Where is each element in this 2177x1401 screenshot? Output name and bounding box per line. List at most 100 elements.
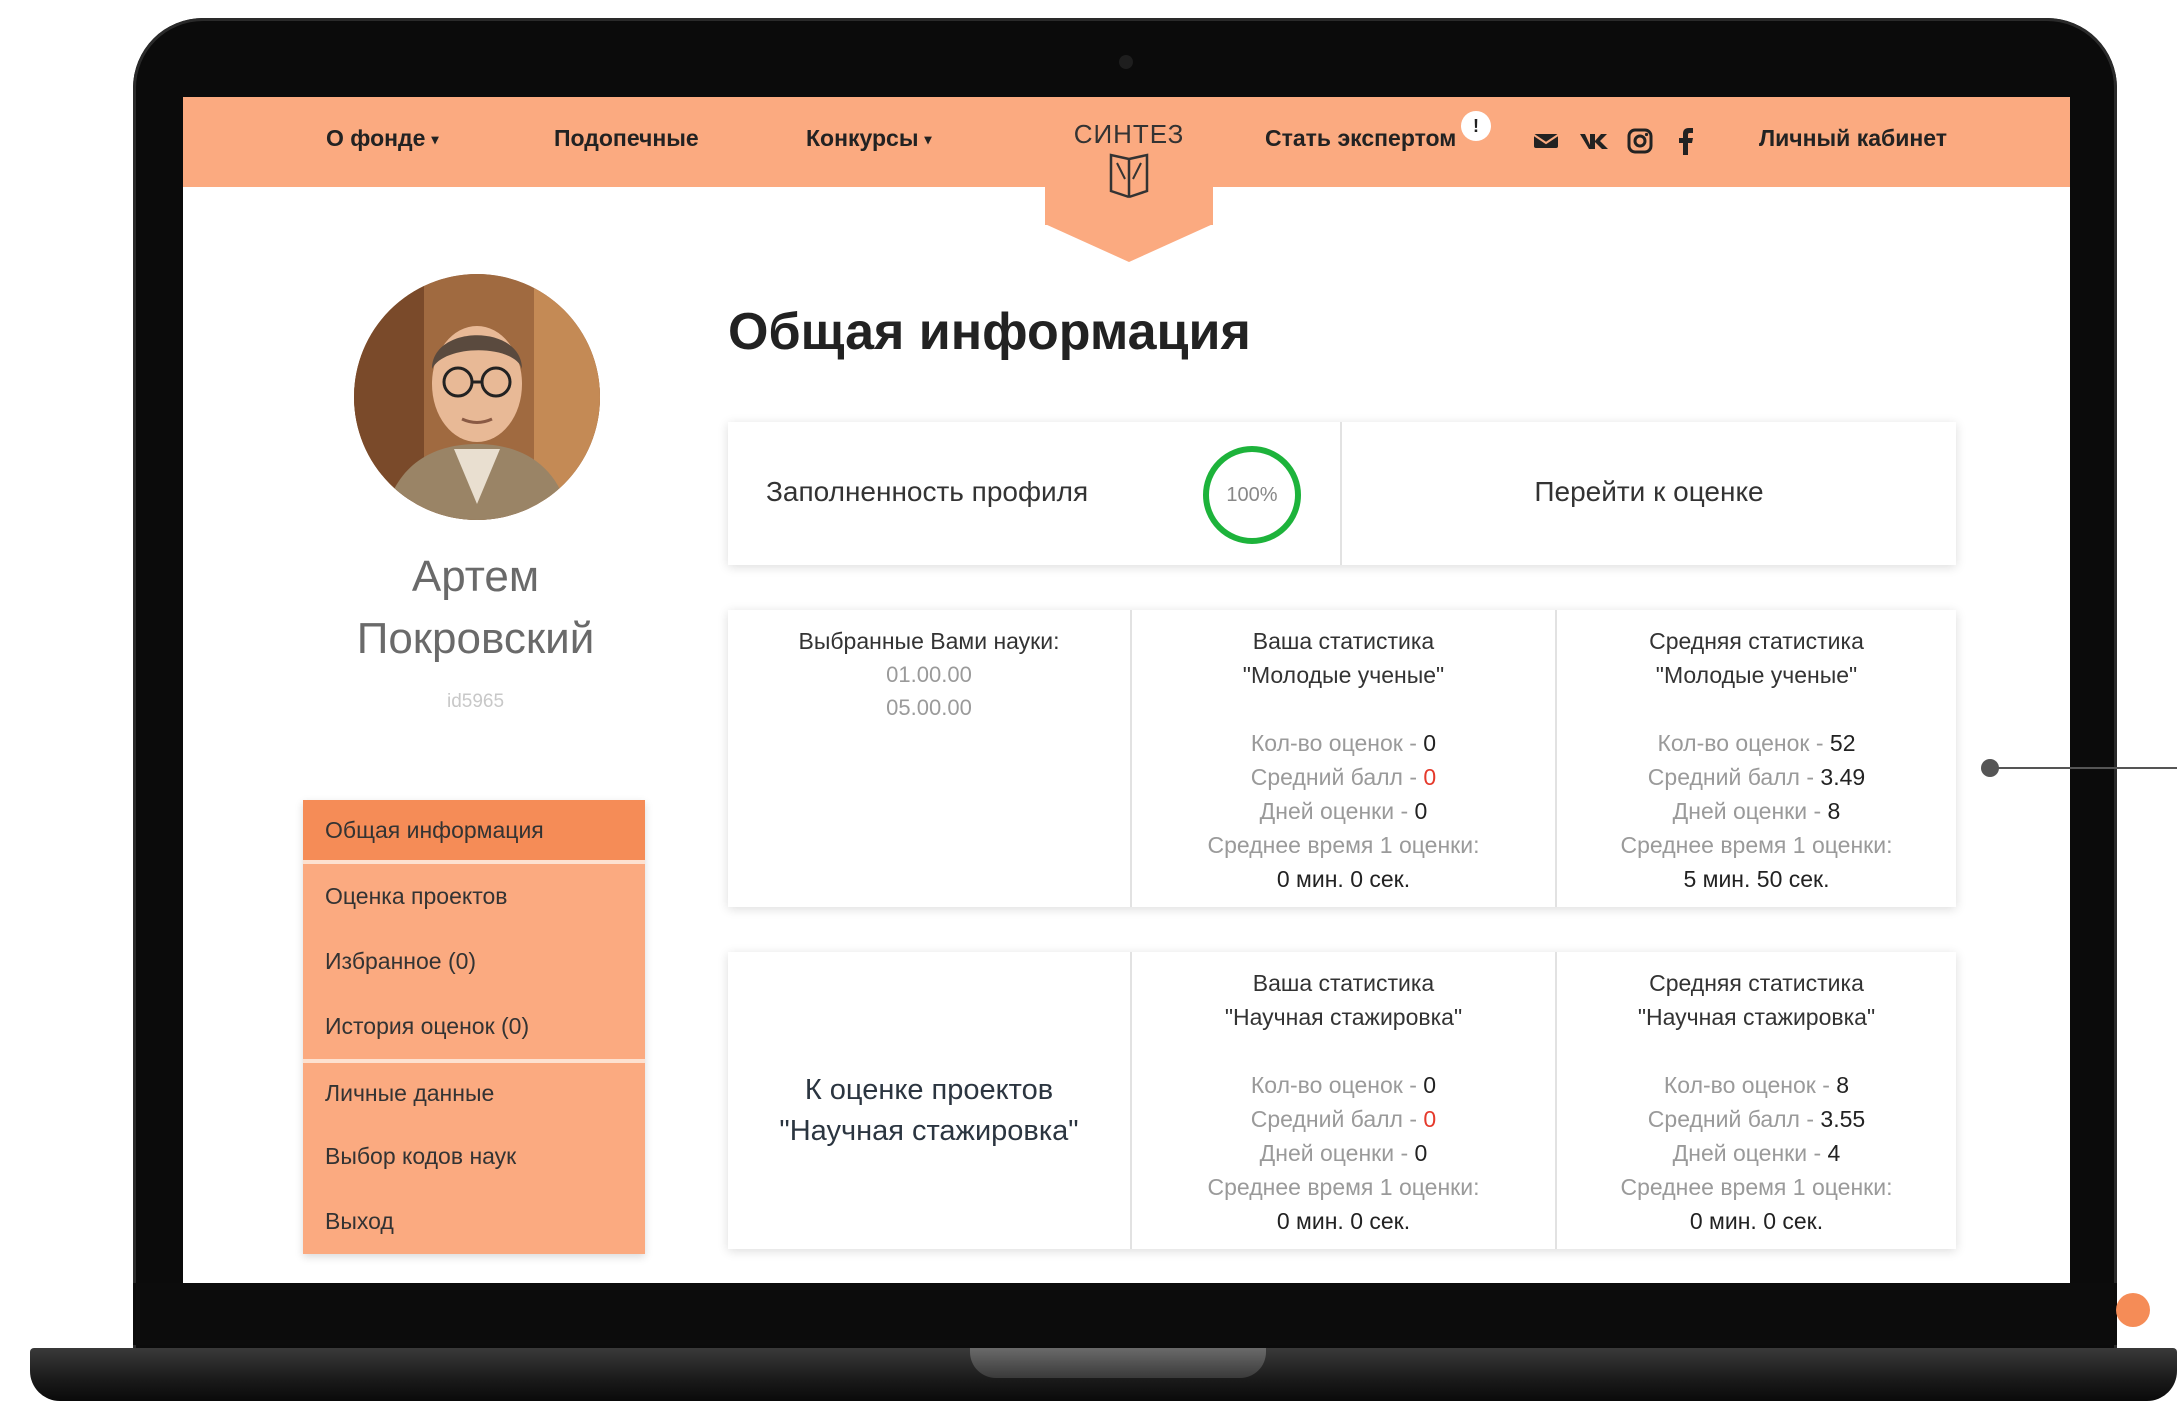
sidebar-item-evaluation-history[interactable]: История оценок (0) (303, 994, 645, 1059)
decor-orange-dot (2116, 1293, 2150, 1327)
stat-count: Кол-во оценок - 52 (1557, 726, 1956, 760)
profile-fill-value: 100% (1226, 483, 1278, 506)
stat-value: 52 (1829, 730, 1856, 756)
profile-fill-label: Заполненность профиля (766, 476, 1089, 507)
cta-line: К оценке проектов (804, 1074, 1054, 1106)
sidebar-item-personal-data[interactable]: Личные данные (303, 1059, 645, 1124)
stat-label: Кол-во оценок - (1657, 730, 1830, 756)
stat-days: Дней оценки - 0 (1132, 1136, 1555, 1170)
laptop-hinge (970, 1348, 1266, 1378)
selected-sciences-label: Выбранные Вами науки: (798, 628, 1060, 654)
science-code: 05.00.00 (886, 695, 972, 720)
stat-label: Средний балл - (1250, 1106, 1424, 1132)
nav-become-expert[interactable]: Стать экспертом (1265, 125, 1456, 152)
nav-contests-label: Конкурсы (806, 125, 919, 151)
nav-personal-cabinet[interactable]: Личный кабинет (1759, 125, 1947, 152)
stats-title: Ваша статистика (1252, 628, 1435, 654)
user-last-name: Покровский (356, 614, 595, 663)
sidebar-item-logout[interactable]: Выход (303, 1189, 645, 1254)
avg-stats-young-scientists: Средняя статистика "Молодые ученые" Кол-… (1557, 624, 1956, 896)
stage: О фонде ▾ Подопечные Конкурсы ▾ Стать эксп… (0, 0, 2177, 1401)
laptop-screen: О фонде ▾ Подопечные Конкурсы ▾ Стать эксп… (183, 97, 2070, 1283)
logo-text: СИНТЕЗ (1073, 119, 1185, 149)
stats-card-scientific-internship: К оценке проектов "Научная стажировка" В… (728, 952, 1956, 1249)
laptop-bezel-bottom (133, 1283, 2117, 1345)
go-to-evaluation-link[interactable]: Перейти к оценке (1342, 476, 1956, 508)
stat-average: Средний балл - 0 (1132, 1102, 1555, 1136)
person-photo-icon (354, 274, 600, 520)
stat-time-value: 5 мин. 50 сек. (1683, 866, 1830, 892)
stat-value: 0 (1414, 1140, 1428, 1166)
callout-line (1989, 767, 2177, 769)
your-stats-internship: Ваша статистика "Научная стажировка" Кол… (1132, 966, 1555, 1238)
user-id: id5965 (446, 691, 505, 712)
stat-value: 0 (1423, 1072, 1437, 1098)
stats-subtitle: "Научная стажировка" (1224, 1004, 1463, 1030)
selected-sciences: Выбранные Вами науки: 01.00.00 05.00.00 (728, 624, 1130, 724)
stat-value: 0 (1423, 1106, 1437, 1132)
vk-icon[interactable] (1579, 131, 1611, 151)
stat-label: Дней оценки - (1259, 1140, 1415, 1166)
facebook-icon[interactable] (1677, 126, 1695, 156)
page-title: Общая информация (728, 303, 1251, 361)
mail-icon[interactable] (1533, 131, 1559, 151)
stat-value: 0 (1423, 764, 1437, 790)
stat-time-label: Среднее время 1 оценки: (1207, 832, 1480, 858)
stat-average: Средний балл - 3.55 (1557, 1102, 1956, 1136)
stat-time-value: 0 мин. 0 сек. (1276, 866, 1411, 892)
profile-fill-card: Заполненность профиля 100% Перейти к оце… (728, 422, 1956, 565)
stat-label: Кол-во оценок - (1250, 1072, 1424, 1098)
profile-fill-progress: 100% (1203, 446, 1301, 544)
stat-time-label: Среднее время 1 оценки: (1207, 1174, 1480, 1200)
sidebar-item-project-evaluation[interactable]: Оценка проектов (303, 864, 645, 929)
stats-title: Ваша статистика (1252, 970, 1435, 996)
stats-subtitle: "Научная стажировка" (1637, 1004, 1876, 1030)
your-stats-young-scientists: Ваша статистика "Молодые ученые" Кол-во … (1132, 624, 1555, 896)
stat-average: Средний балл - 0 (1132, 760, 1555, 794)
stat-label: Дней оценки - (1672, 798, 1828, 824)
stat-value: 3.49 (1820, 764, 1866, 790)
stat-days: Дней оценки - 0 (1132, 794, 1555, 828)
sidebar-item-favorites[interactable]: Избранное (0) (303, 929, 645, 994)
stat-value: 3.55 (1820, 1106, 1866, 1132)
stat-days: Дней оценки - 4 (1557, 1136, 1956, 1170)
science-code: 01.00.00 (886, 662, 972, 687)
stat-label: Средний балл - (1647, 1106, 1821, 1132)
go-to-internship-evaluation-link[interactable]: К оценке проектов "Научная стажировка" (728, 1070, 1130, 1152)
stats-card-young-scientists: Выбранные Вами науки: 01.00.00 05.00.00 … (728, 610, 1956, 907)
stat-label: Кол-во оценок - (1663, 1072, 1837, 1098)
stat-average: Средний балл - 3.49 (1557, 760, 1956, 794)
stat-count: Кол-во оценок - 8 (1557, 1068, 1956, 1102)
nav-contests[interactable]: Конкурсы ▾ (806, 125, 932, 152)
stat-value: 0 (1414, 798, 1428, 824)
stats-title: Средняя статистика (1649, 628, 1864, 654)
stat-value: 8 (1827, 798, 1841, 824)
stats-subtitle: "Молодые ученые" (1242, 662, 1445, 688)
stat-time-value: 0 мин. 0 сек. (1689, 1208, 1824, 1234)
stat-label: Дней оценки - (1672, 1140, 1828, 1166)
nav-wards[interactable]: Подопечные (554, 125, 699, 152)
stats-subtitle: "Молодые ученые" (1655, 662, 1858, 688)
stat-time-label: Среднее время 1 оценки: (1620, 832, 1893, 858)
stats-title: Средняя статистика (1649, 970, 1864, 996)
stat-time-value: 0 мин. 0 сек. (1276, 1208, 1411, 1234)
expert-alert-badge: ! (1461, 111, 1491, 141)
instagram-icon[interactable] (1626, 127, 1654, 155)
avatar (354, 274, 600, 520)
stat-label: Средний балл - (1250, 764, 1424, 790)
nav-about-label: О фонде (326, 125, 426, 151)
callout-dot (1981, 759, 1999, 777)
logo-tip (1045, 224, 1213, 262)
stat-count: Кол-во оценок - 0 (1132, 726, 1555, 760)
site-logo[interactable]: СИНТЕЗ (1045, 97, 1213, 225)
chevron-down-icon: ▾ (431, 131, 439, 148)
camera-icon (1119, 55, 1133, 69)
book-icon (1109, 153, 1149, 199)
nav-about[interactable]: О фонде ▾ (326, 125, 438, 152)
sidebar-item-general-info[interactable]: Общая информация (303, 800, 645, 864)
stat-value: 8 (1836, 1072, 1850, 1098)
stat-days: Дней оценки - 8 (1557, 794, 1956, 828)
sidebar-item-science-codes[interactable]: Выбор кодов наук (303, 1124, 645, 1189)
avg-stats-internship: Средняя статистика "Научная стажировка" … (1557, 966, 1956, 1238)
stat-label: Кол-во оценок - (1250, 730, 1424, 756)
